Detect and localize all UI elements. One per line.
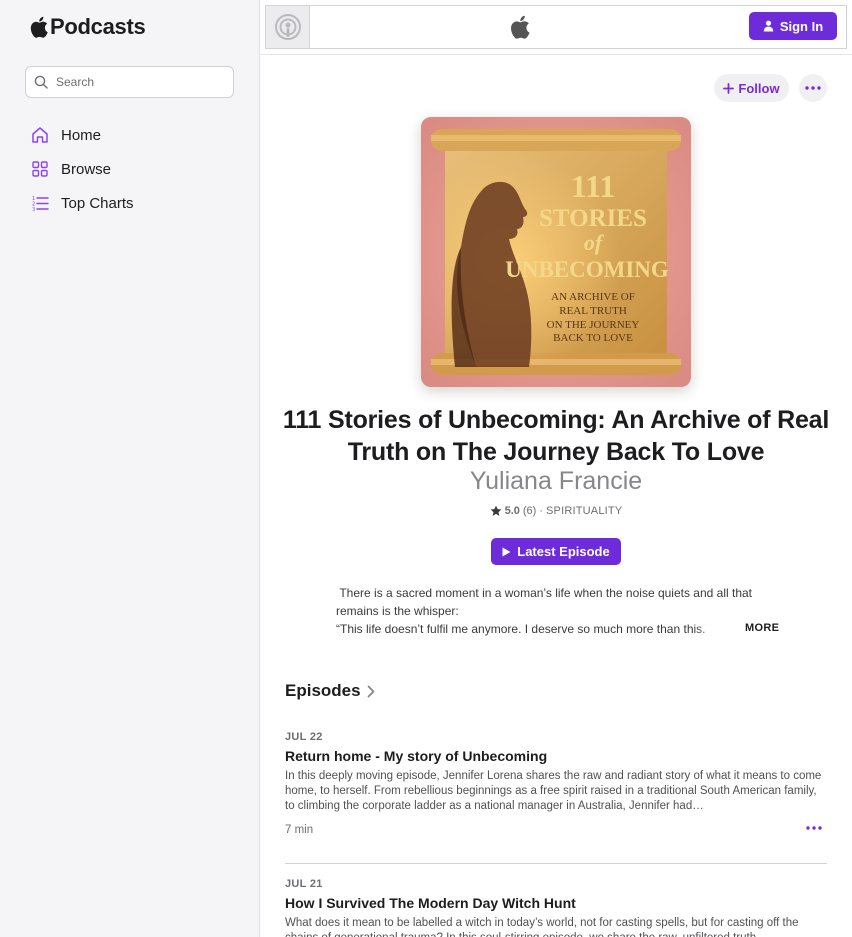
home-icon <box>32 127 48 143</box>
artwork-subtitle-line: ON THE JOURNEY <box>547 319 640 331</box>
episode-item[interactable]: JUL 21 How I Survived The Modern Day Wit… <box>285 878 827 937</box>
artwork-subtitle-line: AN ARCHIVE OF <box>551 291 635 303</box>
sidebar-nav: Home Browse 1 2 3 Top Charts <box>30 118 240 220</box>
sidebar-item-label: Top Charts <box>61 194 134 212</box>
artwork-image: 111 STORIES of UNBECOMING AN ARCHIVE OF … <box>421 117 691 387</box>
list-icon: 1 2 3 <box>32 196 49 213</box>
rating-value: 5.0 <box>504 505 520 517</box>
sidebar-item-label: Browse <box>61 160 112 178</box>
star-icon <box>490 505 501 516</box>
artwork-title-line: of <box>584 230 605 255</box>
chevron-right-icon <box>367 685 374 697</box>
ellipsis-icon <box>806 826 822 830</box>
svg-text:3: 3 <box>32 207 35 213</box>
episode-date: JUL 22 <box>285 731 323 743</box>
description-text: “This life doesn’t fulfil me anymore. I … <box>336 622 706 636</box>
podcast-author[interactable]: Yuliana Francie <box>280 467 832 496</box>
podcast-description: There is a sacred moment in a woman’s li… <box>336 584 776 638</box>
podcast-artwork: 111 STORIES of UNBECOMING AN ARCHIVE OF … <box>421 117 691 387</box>
rating-count: (6) <box>522 505 537 517</box>
sidebar-item-home[interactable]: Home <box>30 118 240 152</box>
meta-separator: · <box>539 505 544 517</box>
sidebar-item-browse[interactable]: Browse <box>30 152 240 186</box>
now-playing-artwork[interactable] <box>266 6 310 48</box>
episode-title[interactable]: How I Survived The Modern Day Witch Hunt <box>285 895 827 911</box>
follow-button[interactable]: Follow <box>714 74 789 102</box>
player-bar: Sign In <box>265 5 847 49</box>
episode-item[interactable]: JUL 22 Return home - My story of Unbecom… <box>285 731 827 836</box>
browse-grid-icon <box>32 161 48 177</box>
divider <box>260 54 852 55</box>
podcasts-logo[interactable]: Podcasts <box>30 14 146 40</box>
podcasts-icon <box>274 14 301 40</box>
more-options-button[interactable] <box>799 74 827 102</box>
play-icon <box>502 547 511 556</box>
ellipsis-icon <box>805 86 821 90</box>
artwork-subtitle-line: BACK TO LOVE <box>553 332 633 344</box>
apple-logo-icon <box>511 15 530 39</box>
podcast-title: 111 Stories of Unbecoming: An Archive of… <box>282 406 830 466</box>
artwork-title-line: 111 <box>571 168 615 204</box>
episode-more-button[interactable] <box>801 821 827 835</box>
sign-in-button[interactable]: Sign In <box>749 12 837 40</box>
latest-episode-label: Latest Episode <box>517 544 610 559</box>
podcast-meta: 5.0 (6) · SPIRITUALITY <box>280 505 832 517</box>
artwork-title-line: UNBECOMING <box>505 257 669 282</box>
description-text: There is a sacred moment in a woman’s li… <box>336 586 756 618</box>
category-link[interactable]: SPIRITUALITY <box>546 505 622 517</box>
episode-description: In this deeply moving episode, Jennifer … <box>285 770 822 812</box>
brand-name: Podcasts <box>50 14 146 39</box>
episode-date: JUL 21 <box>285 878 323 890</box>
episode-duration: 7 min <box>285 824 314 836</box>
latest-episode-button[interactable]: Latest Episode <box>491 538 621 565</box>
episodes-header-link[interactable]: Episodes <box>285 681 375 701</box>
description-more-button[interactable]: MORE <box>743 622 780 634</box>
apple-logo-icon <box>30 16 48 38</box>
episodes-heading: Episodes <box>285 681 361 700</box>
search-box[interactable] <box>25 66 234 98</box>
artwork-subtitle-line: REAL TRUTH <box>559 305 627 317</box>
sidebar-item-top-charts[interactable]: 1 2 3 Top Charts <box>30 186 240 220</box>
artwork-title-line: STORIES <box>539 205 647 232</box>
sign-in-label: Sign In <box>779 18 824 34</box>
episode-description: What does it mean to be labelled a witch… <box>285 917 799 937</box>
search-input[interactable] <box>56 75 226 89</box>
search-icon <box>34 75 48 89</box>
plus-icon <box>723 82 735 94</box>
episode-title[interactable]: Return home - My story of Unbecoming <box>285 748 827 764</box>
sidebar: Podcasts Home Browse 1 2 <box>0 0 260 937</box>
follow-label: Follow <box>738 80 780 96</box>
episode-divider <box>285 863 827 864</box>
person-icon <box>763 20 774 32</box>
sidebar-item-label: Home <box>61 126 102 144</box>
